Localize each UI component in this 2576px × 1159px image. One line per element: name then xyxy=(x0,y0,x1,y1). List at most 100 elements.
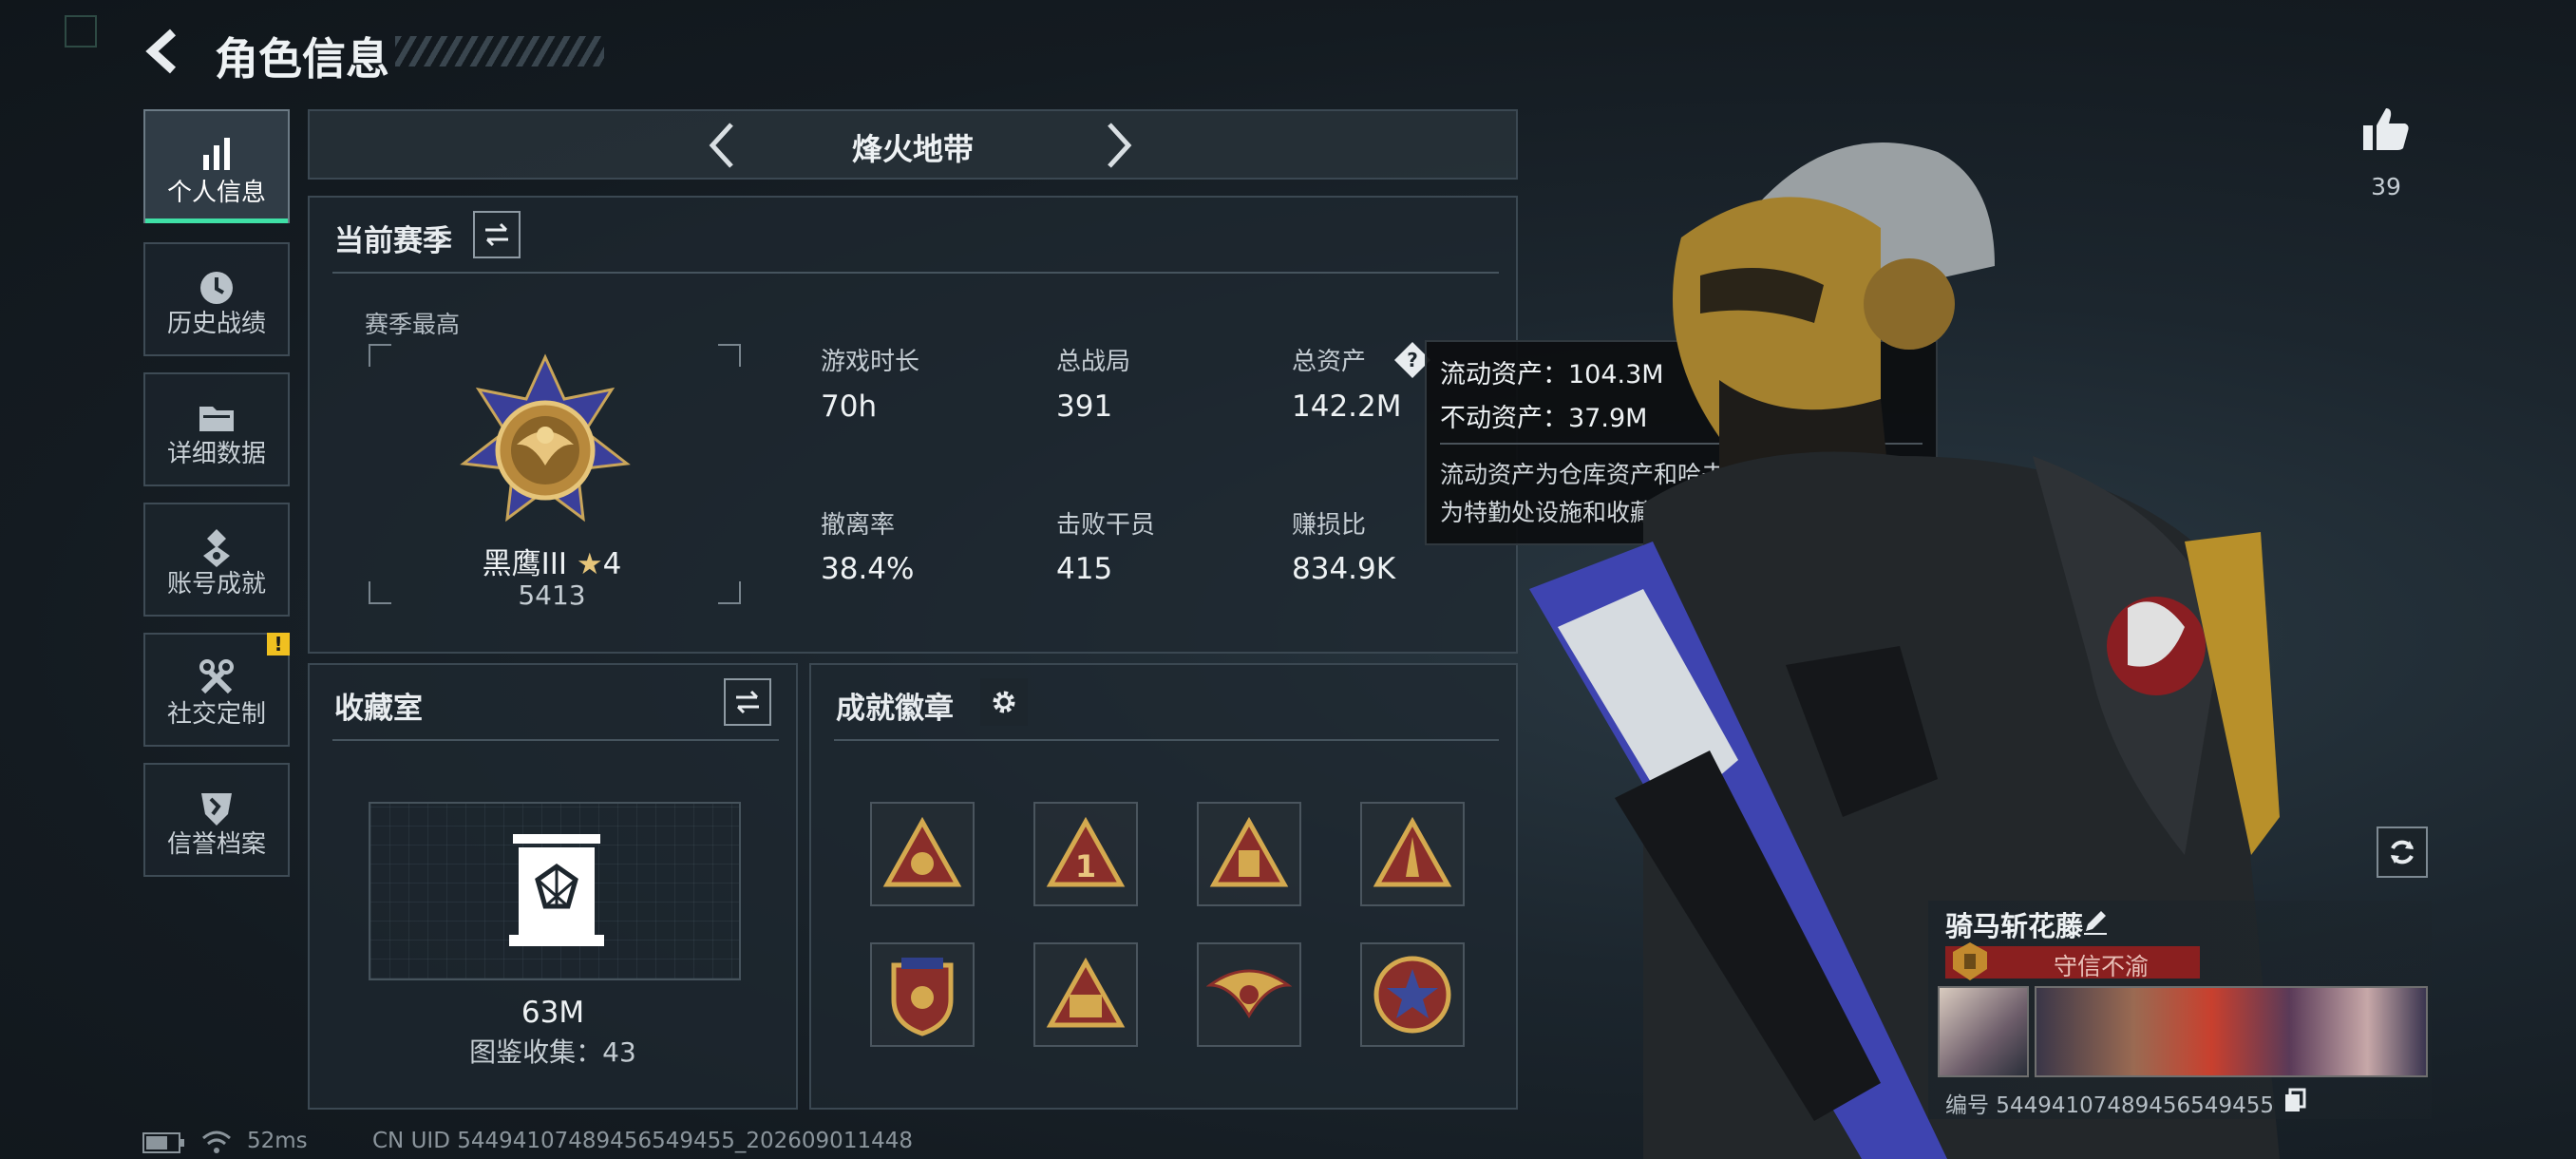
sidebar-item-label: 账号成就 xyxy=(166,570,266,598)
bar-chart-icon xyxy=(203,138,230,170)
player-name: 骑马斩花藤 xyxy=(1945,910,2084,942)
stat-label: 撤离率 xyxy=(821,511,896,540)
refresh-button[interactable] xyxy=(2377,826,2428,878)
achievement-badge[interactable] xyxy=(1360,942,1465,1047)
divider xyxy=(834,739,1499,741)
copy-id-button[interactable] xyxy=(2282,1087,2308,1113)
stat-label: 击败干员 xyxy=(1056,511,1156,540)
collection-panel[interactable]: 收藏室 63M 图鉴收集：43 xyxy=(308,663,798,1110)
sidebar-item-label: 信誉档案 xyxy=(166,830,266,859)
chevron-right-icon xyxy=(1108,123,1132,168)
stat-label: 总资产 xyxy=(1292,348,1367,376)
sidebar-item-label: 社交定制 xyxy=(166,700,266,729)
achievement-badge[interactable]: 1 xyxy=(1033,802,1138,906)
title-emblem-icon xyxy=(1953,942,1987,980)
achievement-badge[interactable] xyxy=(1197,802,1301,906)
alert-badge: ! xyxy=(267,633,290,656)
star-icon: ★ xyxy=(576,547,603,581)
stat-value: 38.4% xyxy=(821,552,915,586)
stat-label: 赚损比 xyxy=(1292,511,1367,540)
season-switch-button[interactable] xyxy=(473,211,521,258)
vault-icon xyxy=(509,834,604,946)
active-indicator xyxy=(145,218,288,223)
collection-count: 图鉴收集：43 xyxy=(469,1036,636,1068)
badge-number-one-icon: 1 xyxy=(1046,816,1126,887)
badge-eagle-icon xyxy=(1206,969,1292,1018)
rank-emblem-icon xyxy=(460,353,631,522)
season-title: 当前赛季 xyxy=(334,224,452,258)
collection-preview xyxy=(369,802,741,980)
sidebar-item-social[interactable]: 社交定制 ! xyxy=(143,633,290,747)
rank-name: 黑鹰III ★4 xyxy=(376,540,728,582)
divider xyxy=(332,272,1499,274)
sidebar-item-history[interactable]: 历史战绩 xyxy=(143,242,290,356)
stat-value: 142.2M xyxy=(1292,390,1402,424)
page-title: 角色信息 xyxy=(215,33,389,85)
mode-next-button[interactable] xyxy=(1090,119,1144,172)
gear-icon xyxy=(993,691,1015,713)
edit-name-button[interactable] xyxy=(2080,906,2111,937)
sidebar-item-label: 个人信息 xyxy=(166,179,266,207)
frame-corner xyxy=(718,344,741,367)
like-count: 39 xyxy=(2371,173,2401,200)
back-button[interactable] xyxy=(141,27,186,76)
stat-label: 游戏时长 xyxy=(821,348,920,376)
collection-value: 63M xyxy=(521,996,585,1030)
title-plate: 守信不渝 xyxy=(1945,942,2200,980)
title-decoration xyxy=(395,36,604,66)
sidebar-item-label: 详细数据 xyxy=(166,440,266,468)
achievement-badge[interactable] xyxy=(1033,942,1138,1047)
player-id: 编号 5449410748945654945​5 xyxy=(1945,1093,2274,1118)
like-button[interactable] xyxy=(2359,103,2413,156)
rank-points: 5413 xyxy=(518,580,586,611)
svg-text:1: 1 xyxy=(1075,848,1096,884)
stat-label: 总战局 xyxy=(1056,348,1131,376)
achievement-badge[interactable] xyxy=(870,942,975,1047)
uid-text: CN UID 5449410748945654945​5_20260901144… xyxy=(372,1129,913,1153)
rank-name-text: 黑鹰III xyxy=(482,547,568,581)
thumbs-up-icon xyxy=(2363,108,2409,150)
player-card: 骑马斩花藤 守信不渝 编号 5449410748945654945​5 xyxy=(1928,901,2432,1119)
refresh-icon xyxy=(2391,840,2414,864)
sidebar-item-personal-info[interactable]: 个人信息 xyxy=(143,109,290,223)
divider xyxy=(332,739,779,741)
rank-stars: 4 xyxy=(602,547,622,581)
season-panel: 当前赛季 赛季最高 黑鹰III ★4 5413 游戏时长 70h 总战局 391… xyxy=(308,196,1518,654)
name-card-banner[interactable] xyxy=(2035,986,2428,1077)
badge-fortress-icon xyxy=(1046,957,1126,1028)
copy-icon xyxy=(2285,1088,2306,1112)
title-text: 守信不渝 xyxy=(2053,953,2149,980)
stat-value: 834.9K xyxy=(1292,552,1396,586)
battery-icon xyxy=(142,1132,184,1153)
svg-text:?: ? xyxy=(1407,349,1418,371)
sidebar-item-detail-data[interactable]: 详细数据 xyxy=(143,372,290,486)
stat-value: 415 xyxy=(1056,552,1113,586)
badge-triangle-icon xyxy=(882,816,962,887)
badge-shield-icon xyxy=(891,958,954,1036)
season-best-label: 赛季最高 xyxy=(365,311,461,338)
back-arrow-icon xyxy=(145,28,177,74)
pencil-icon xyxy=(2084,911,2107,935)
achievements-panel: 成就徽章 1 xyxy=(809,663,1518,1110)
swap-icon xyxy=(485,222,508,247)
badge-building-icon xyxy=(1209,816,1289,887)
avatar[interactable] xyxy=(1938,986,2029,1077)
frame-corner xyxy=(369,344,391,367)
badge-tower-icon xyxy=(1373,816,1452,887)
achievement-badge[interactable] xyxy=(1197,942,1301,1047)
status-bar: 52ms CN UID 5449410748945654945​5_202609… xyxy=(142,1129,1282,1155)
achievements-settings-button[interactable] xyxy=(980,678,1028,726)
stat-value: 391 xyxy=(1056,390,1113,424)
top-left-marker xyxy=(65,15,97,48)
sidebar-item-credit[interactable]: 信誉档案 xyxy=(143,763,290,877)
collection-title: 收藏室 xyxy=(334,692,423,726)
achievement-badge[interactable] xyxy=(870,802,975,906)
wifi-icon xyxy=(202,1130,231,1153)
sidebar-item-label: 历史战绩 xyxy=(166,310,266,338)
achievement-badge[interactable] xyxy=(1360,802,1465,906)
ping-text: 52ms xyxy=(247,1129,308,1153)
swap-icon xyxy=(736,690,759,714)
badge-star-icon xyxy=(1373,956,1451,1034)
sidebar-item-achievements[interactable]: 账号成就 xyxy=(143,503,290,617)
collection-switch-button[interactable] xyxy=(724,678,771,726)
